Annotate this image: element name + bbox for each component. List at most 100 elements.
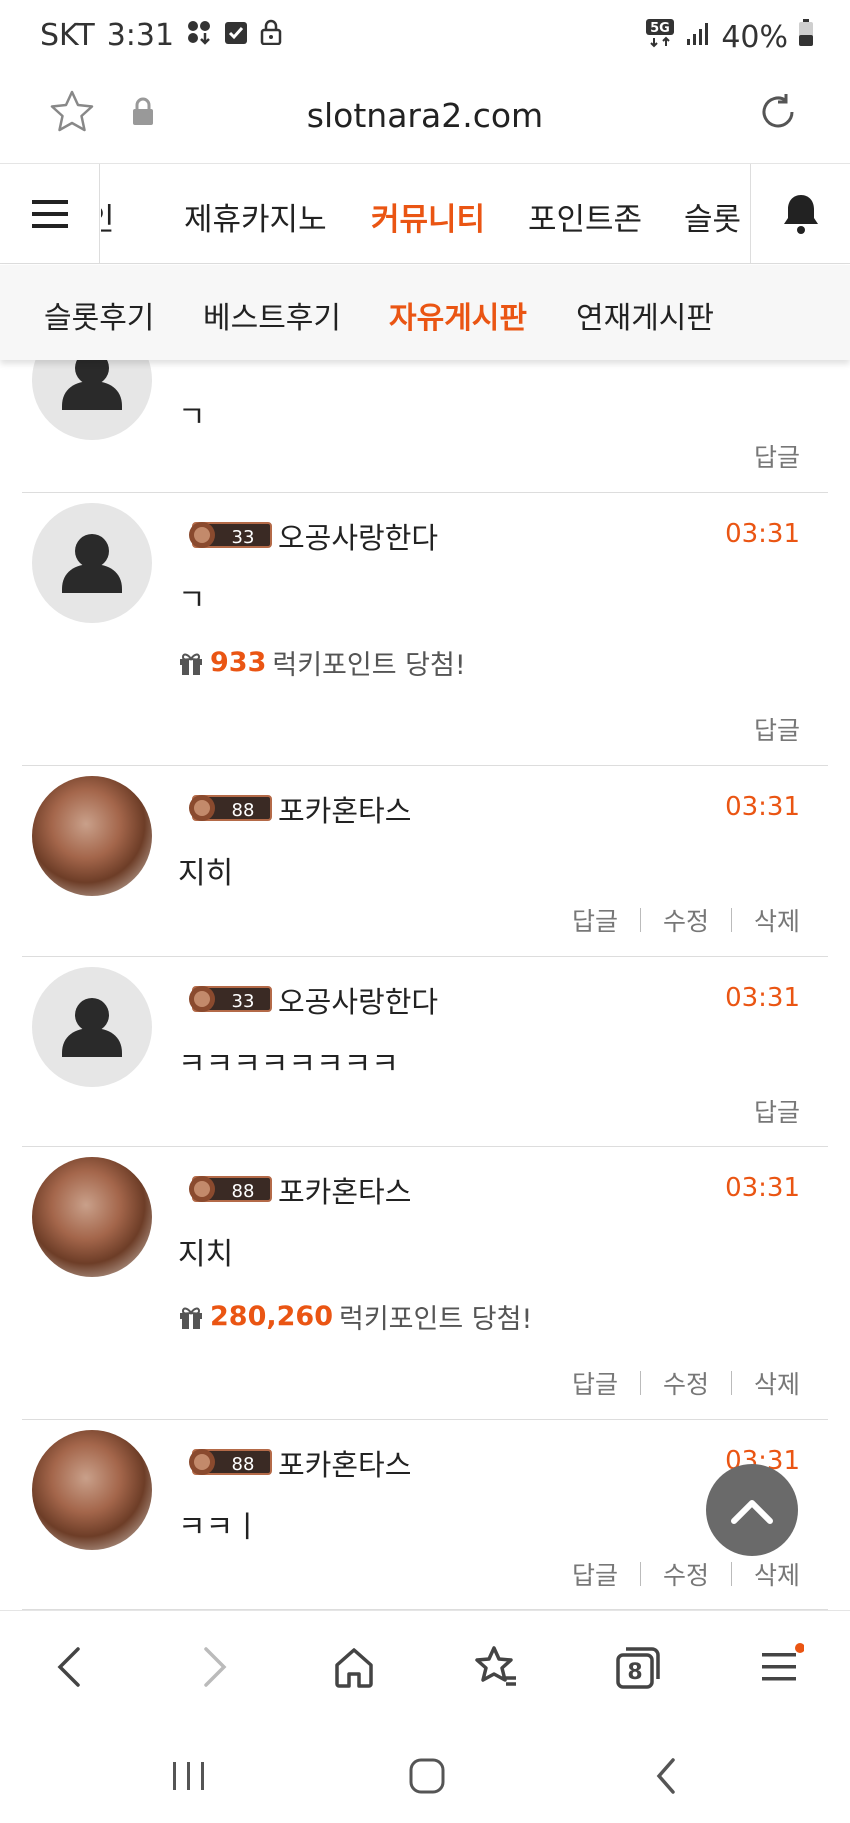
- comment-time: 03:31: [725, 792, 800, 822]
- nickname[interactable]: 오공사랑한다: [278, 515, 438, 557]
- sub-item-free-board[interactable]: 자유게시판: [389, 293, 527, 337]
- sub-item-slot-review[interactable]: 슬롯후기: [44, 293, 154, 337]
- nickname[interactable]: 오공사랑한다: [278, 979, 438, 1021]
- bookmarks-icon: [475, 1646, 516, 1686]
- delete-button[interactable]: 삭제: [754, 1556, 800, 1592]
- delete-button[interactable]: 삭제: [754, 1365, 800, 1401]
- sub-item-best-review[interactable]: 베스트후기: [203, 293, 341, 337]
- avatar[interactable]: [32, 503, 152, 623]
- edit-button[interactable]: 수정: [663, 902, 709, 938]
- comment-item: 33 오공사랑한다 03:31 ㄱ 933 럭키포인트 당첨! 답글: [22, 493, 828, 766]
- level-badge: 33: [189, 522, 272, 548]
- sub-item-serial-board[interactable]: 연재게시판: [576, 293, 714, 337]
- nickname[interactable]: 포카혼타스: [278, 1442, 411, 1484]
- avatar[interactable]: [32, 360, 152, 440]
- carrier-label: SKT: [40, 18, 95, 53]
- home-button[interactable]: [324, 1637, 384, 1697]
- lock-status-icon: [260, 18, 282, 53]
- separator: [730, 1371, 732, 1395]
- comment-time: 03:31: [725, 1173, 800, 1203]
- reply-button[interactable]: 답글: [572, 1365, 618, 1401]
- comment-text: ㅋㅋㅣ: [178, 1510, 261, 1545]
- level-badge: 88: [189, 1449, 272, 1475]
- comment-actions: 답글 수정 삭제: [572, 1365, 800, 1401]
- lucky-point-notice: 280,260 럭키포인트 당첨!: [178, 1297, 532, 1336]
- separator: [639, 1562, 641, 1586]
- back-button[interactable]: [40, 1637, 100, 1697]
- main-nav-scroll[interactable]: 인 제휴카지노 커뮤니티 포인트존 슬롯: [101, 164, 749, 264]
- hamburger-icon: [31, 200, 68, 228]
- comment-actions: 답글: [754, 711, 800, 747]
- reply-button[interactable]: 답글: [754, 1093, 800, 1129]
- notification-button[interactable]: [750, 164, 850, 264]
- scroll-top-button[interactable]: [706, 1464, 798, 1556]
- checkbox-icon: [224, 18, 248, 53]
- menu-badge-dot: [795, 1643, 804, 1653]
- avatar[interactable]: [32, 776, 152, 896]
- comment-actions: 답글: [754, 1093, 800, 1129]
- edit-button[interactable]: 수정: [663, 1365, 709, 1401]
- avatar[interactable]: [32, 1430, 152, 1550]
- level-badge: 88: [189, 795, 272, 821]
- url-bar: slotnara2.com: [0, 74, 850, 164]
- browser-menu-button[interactable]: [750, 1637, 810, 1697]
- gift-icon: [180, 653, 202, 675]
- sub-nav: 슬롯후기 베스트후기 자유게시판 연재게시판: [0, 265, 850, 360]
- comment-item: 33 오공사랑한다 03:31 ㅋㅋㅋㅋㅋㅋㅋㅋ 답글: [22, 957, 828, 1147]
- default-user-icon: [62, 360, 122, 410]
- notification-icon: [186, 18, 212, 53]
- comment-text: 지치: [178, 1237, 234, 1272]
- svg-text:88: 88: [232, 800, 255, 821]
- reload-icon[interactable]: [754, 88, 802, 140]
- level-badge: 88: [189, 1176, 272, 1202]
- comment-text: ㅋㅋㅋㅋㅋㅋㅋㅋ: [178, 1047, 399, 1082]
- status-right: 5G 40%: [645, 18, 814, 56]
- separator: [639, 908, 641, 932]
- tab-count: 8: [627, 1660, 642, 1685]
- nav-item-partial[interactable]: 인: [101, 194, 115, 239]
- tabs-button[interactable]: 8: [608, 1637, 668, 1697]
- browser-toolbar: 8: [0, 1610, 850, 1722]
- svg-text:33: 33: [232, 527, 255, 548]
- nickname[interactable]: 포카혼타스: [278, 1169, 411, 1211]
- avatar[interactable]: [32, 967, 152, 1087]
- url-text[interactable]: slotnara2.com: [0, 96, 850, 135]
- tabs-icon: 8: [616, 1647, 660, 1689]
- recents-button[interactable]: [159, 1746, 219, 1806]
- forward-button[interactable]: [184, 1637, 244, 1697]
- main-nav: 인 제휴카지노 커뮤니티 포인트존 슬롯: [0, 164, 850, 264]
- avatar[interactable]: [32, 1157, 152, 1277]
- lucky-point-notice: 933 럭키포인트 당첨!: [178, 643, 466, 682]
- reply-button[interactable]: 답글: [572, 902, 618, 938]
- reply-button[interactable]: 답글: [754, 438, 800, 474]
- bookmarks-button[interactable]: [466, 1637, 526, 1697]
- nav-item-point-zone[interactable]: 포인트존: [528, 194, 642, 239]
- nickname[interactable]: 포카혼타스: [278, 788, 411, 830]
- lucky-text: 럭키포인트 당첨!: [338, 1304, 533, 1335]
- svg-text:88: 88: [232, 1181, 255, 1202]
- separator: [730, 908, 732, 932]
- hamburger-menu-button[interactable]: [0, 164, 100, 264]
- comment-text: ㄱ: [178, 400, 206, 435]
- nav-item-slot[interactable]: 슬롯: [684, 194, 741, 239]
- recents-icon: [173, 1762, 204, 1790]
- system-home-button[interactable]: [397, 1746, 457, 1806]
- delete-button[interactable]: 삭제: [754, 902, 800, 938]
- svg-text:88: 88: [232, 1454, 255, 1475]
- battery-icon: [798, 19, 814, 55]
- nav-item-partner-casino[interactable]: 제휴카지노: [184, 194, 327, 239]
- system-home-icon: [409, 1758, 445, 1794]
- edit-button[interactable]: 수정: [663, 1556, 709, 1592]
- default-user-icon: [62, 998, 122, 1057]
- forward-icon: [204, 1647, 227, 1687]
- nav-item-community[interactable]: 커뮤니티: [371, 194, 485, 239]
- svg-text:33: 33: [232, 991, 255, 1012]
- gift-icon: [180, 1307, 202, 1329]
- comment-actions: 답글: [754, 438, 800, 474]
- level-badge: 33: [189, 986, 272, 1012]
- system-back-icon: [656, 1758, 675, 1794]
- system-back-button[interactable]: [636, 1746, 696, 1806]
- reply-button[interactable]: 답글: [754, 711, 800, 747]
- reply-button[interactable]: 답글: [572, 1556, 618, 1592]
- separator: [730, 1562, 732, 1586]
